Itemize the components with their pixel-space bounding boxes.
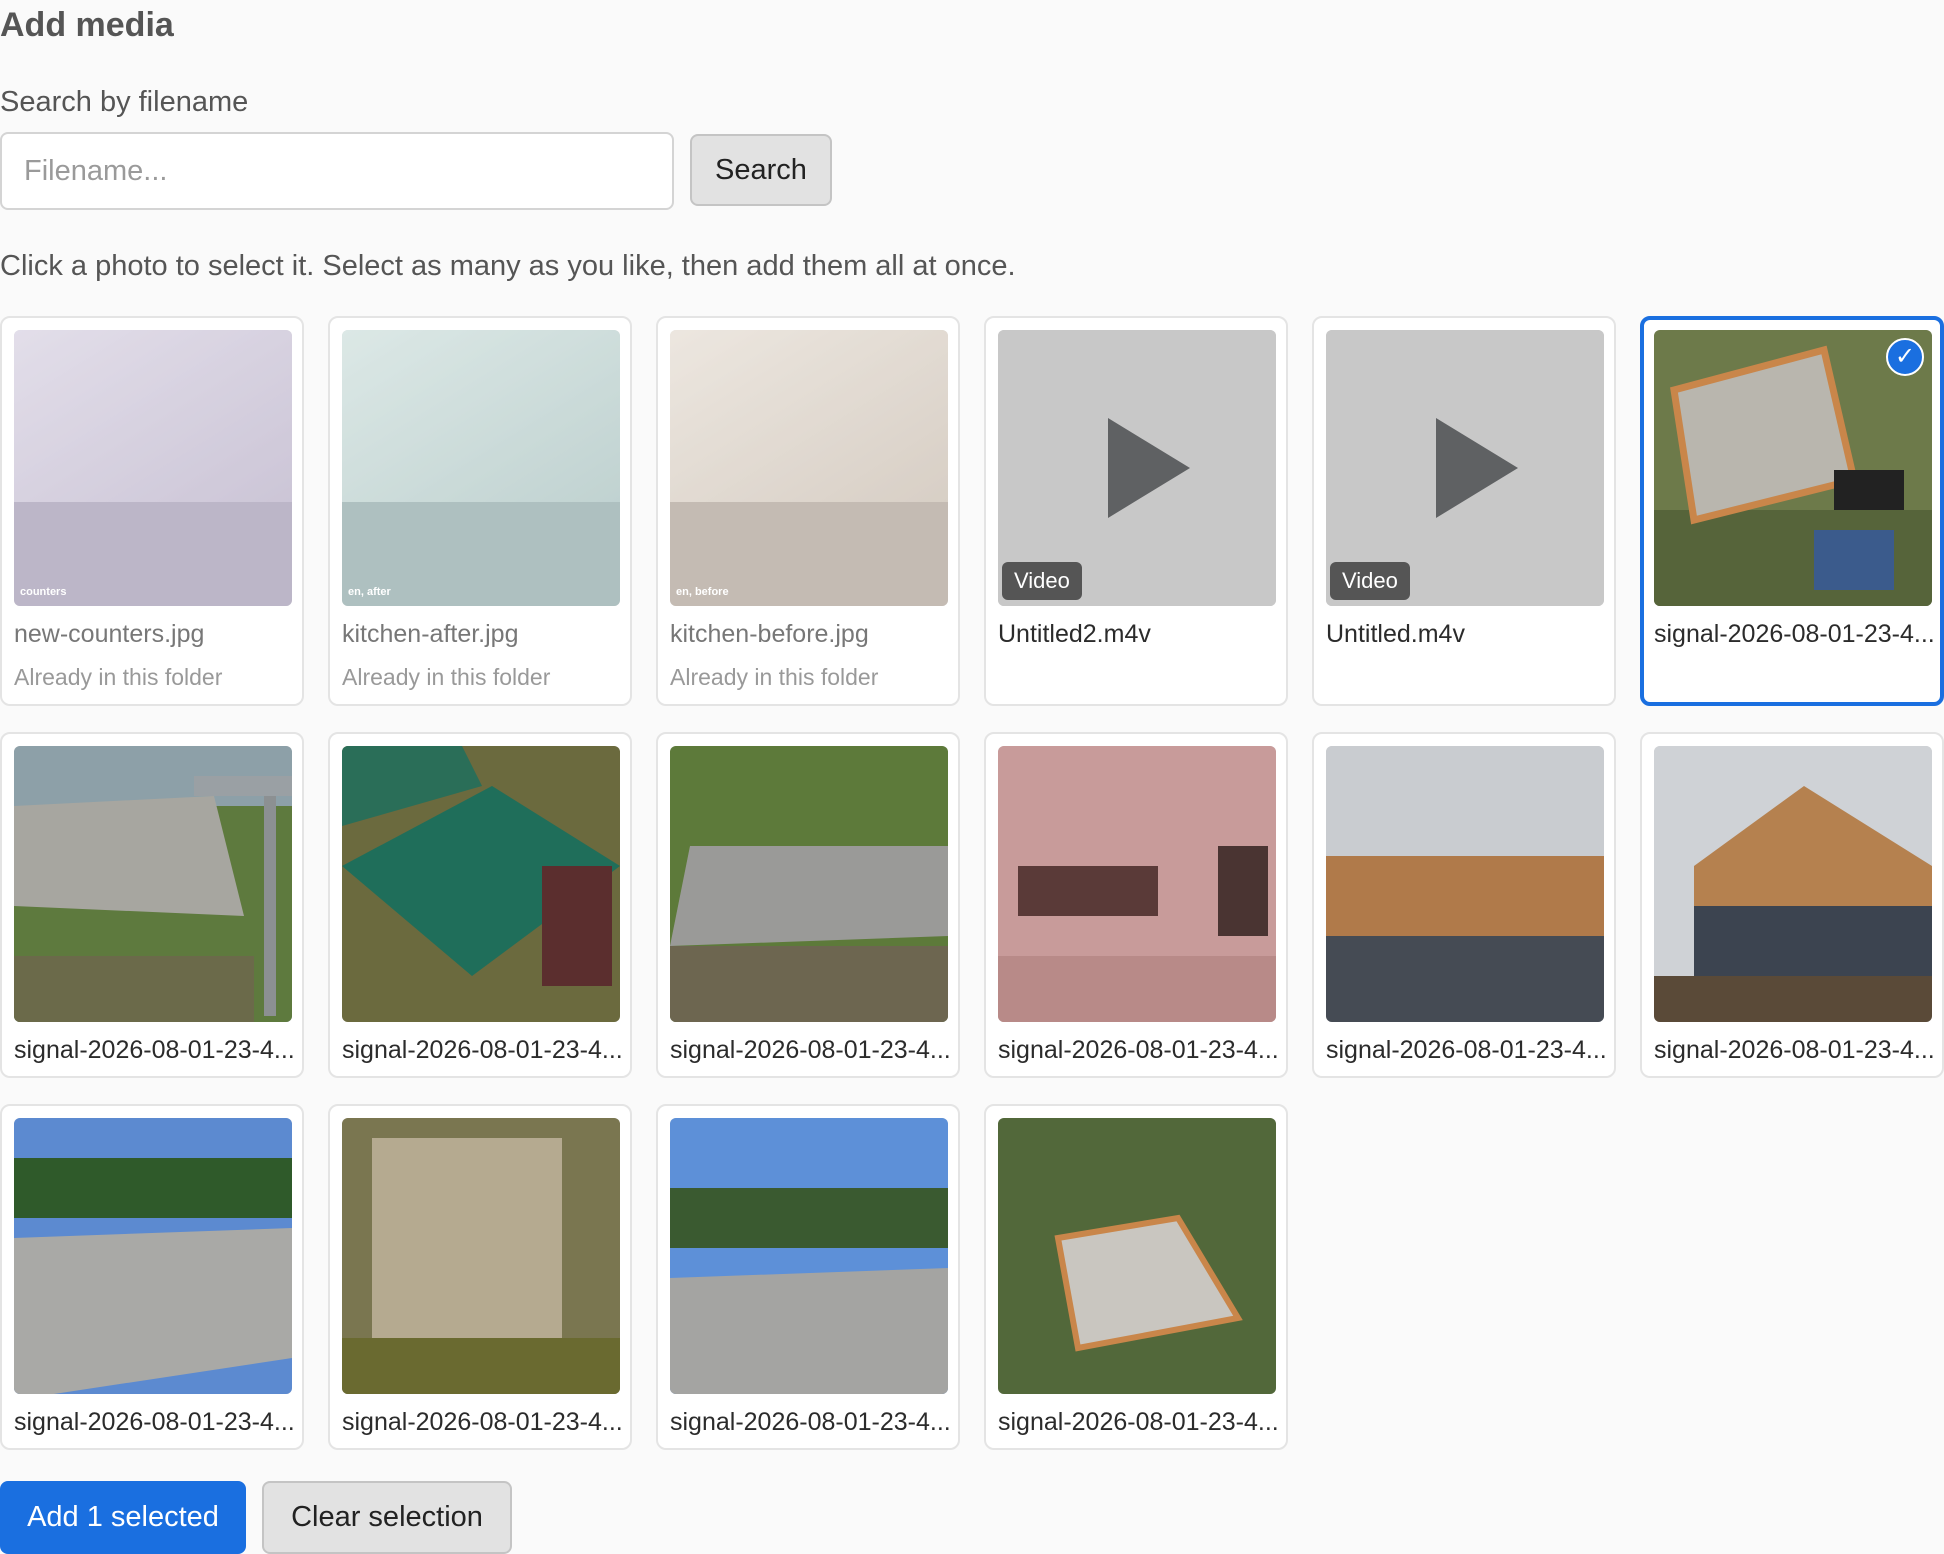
tile-filename: signal-2026-08-01-23-4...: [342, 1408, 623, 1436]
add-selected-button[interactable]: Add 1 selected: [0, 1481, 246, 1554]
tile-filename: new-counters.jpg: [14, 620, 205, 648]
thumbnail: counters: [14, 330, 292, 606]
media-tile[interactable]: signal-2026-08-01-23-4...: [656, 732, 960, 1078]
media-tile[interactable]: signal-2026-08-01-23-4...: [0, 732, 304, 1078]
media-tile[interactable]: signal-2026-08-01-23-4...: [0, 1104, 304, 1450]
media-tile[interactable]: en, before kitchen-before.jpg Already in…: [656, 316, 960, 706]
tile-filename: kitchen-before.jpg: [670, 620, 869, 648]
tile-filename: signal-2026-08-01-23-4...: [670, 1036, 951, 1064]
tile-filename: signal-2026-08-01-23-4...: [998, 1408, 1279, 1436]
media-tile[interactable]: signal-2026-08-01-23-4...: [328, 1104, 632, 1450]
thumbnail: en, before: [670, 330, 948, 606]
tile-filename: signal-2026-08-01-23-4...: [1654, 1036, 1935, 1064]
thumbnail: [998, 746, 1276, 1022]
thumbnail: [14, 1118, 292, 1394]
thumbnail-caption: en, after: [348, 586, 391, 598]
media-tile[interactable]: signal-2026-08-01-23-4...: [984, 1104, 1288, 1450]
tile-status: Already in this folder: [14, 664, 223, 690]
thumbnail: [670, 1118, 948, 1394]
tile-filename: signal-2026-08-01-23-4...: [670, 1408, 951, 1436]
media-tile[interactable]: Video Untitled.m4v: [1312, 316, 1616, 706]
tile-filename: Untitled.m4v: [1326, 620, 1465, 648]
video-badge: Video: [1330, 562, 1410, 600]
search-input[interactable]: [0, 132, 674, 210]
thumbnail: [14, 746, 292, 1022]
tile-filename: signal-2026-08-01-23-4...: [1654, 620, 1935, 648]
tile-filename: signal-2026-08-01-23-4...: [14, 1408, 295, 1436]
media-tile[interactable]: signal-2026-08-01-23-4...: [328, 732, 632, 1078]
selected-check-icon: ✓: [1886, 338, 1924, 376]
tile-status: Already in this folder: [342, 664, 551, 690]
thumbnail-caption: counters: [20, 586, 67, 598]
search-button[interactable]: Search: [690, 134, 832, 206]
video-badge: Video: [1002, 562, 1082, 600]
thumbnail: [1654, 746, 1932, 1022]
tile-filename: signal-2026-08-01-23-4...: [1326, 1036, 1607, 1064]
tile-filename: kitchen-after.jpg: [342, 620, 519, 648]
media-tile[interactable]: en, after kitchen-after.jpg Already in t…: [328, 316, 632, 706]
clear-selection-button[interactable]: Clear selection: [262, 1481, 512, 1554]
media-tile[interactable]: signal-2026-08-01-23-4...: [1312, 732, 1616, 1078]
thumbnail: [342, 746, 620, 1022]
tile-status: Already in this folder: [670, 664, 879, 690]
media-tile[interactable]: signal-2026-08-01-23-4...: [656, 1104, 960, 1450]
media-tile-selected[interactable]: ✓ signal-2026-08-01-23-4...: [1640, 316, 1944, 706]
media-tile[interactable]: counters new-counters.jpg Already in thi…: [0, 316, 304, 706]
thumbnail: en, after: [342, 330, 620, 606]
thumbnail-caption: en, before: [676, 586, 729, 598]
tile-filename: signal-2026-08-01-23-4...: [14, 1036, 295, 1064]
search-label: Search by filename: [0, 86, 249, 118]
media-tile[interactable]: signal-2026-08-01-23-4...: [984, 732, 1288, 1078]
thumbnail: Video: [1326, 330, 1604, 606]
page-title: Add media: [0, 6, 174, 44]
help-text: Click a photo to select it. Select as ma…: [0, 250, 1016, 282]
media-tile[interactable]: signal-2026-08-01-23-4...: [1640, 732, 1944, 1078]
media-grid: counters new-counters.jpg Already in thi…: [0, 316, 1944, 1466]
tile-filename: Untitled2.m4v: [998, 620, 1151, 648]
media-tile[interactable]: Video Untitled2.m4v: [984, 316, 1288, 706]
thumbnail: Video: [998, 330, 1276, 606]
thumbnail: [998, 1118, 1276, 1394]
thumbnail: [1326, 746, 1604, 1022]
thumbnail: [342, 1118, 620, 1394]
add-media-page: Add media Search by filename Search Clic…: [0, 0, 1944, 1554]
tile-filename: signal-2026-08-01-23-4...: [998, 1036, 1279, 1064]
tile-filename: signal-2026-08-01-23-4...: [342, 1036, 623, 1064]
thumbnail: ✓: [1654, 330, 1932, 606]
thumbnail: [670, 746, 948, 1022]
